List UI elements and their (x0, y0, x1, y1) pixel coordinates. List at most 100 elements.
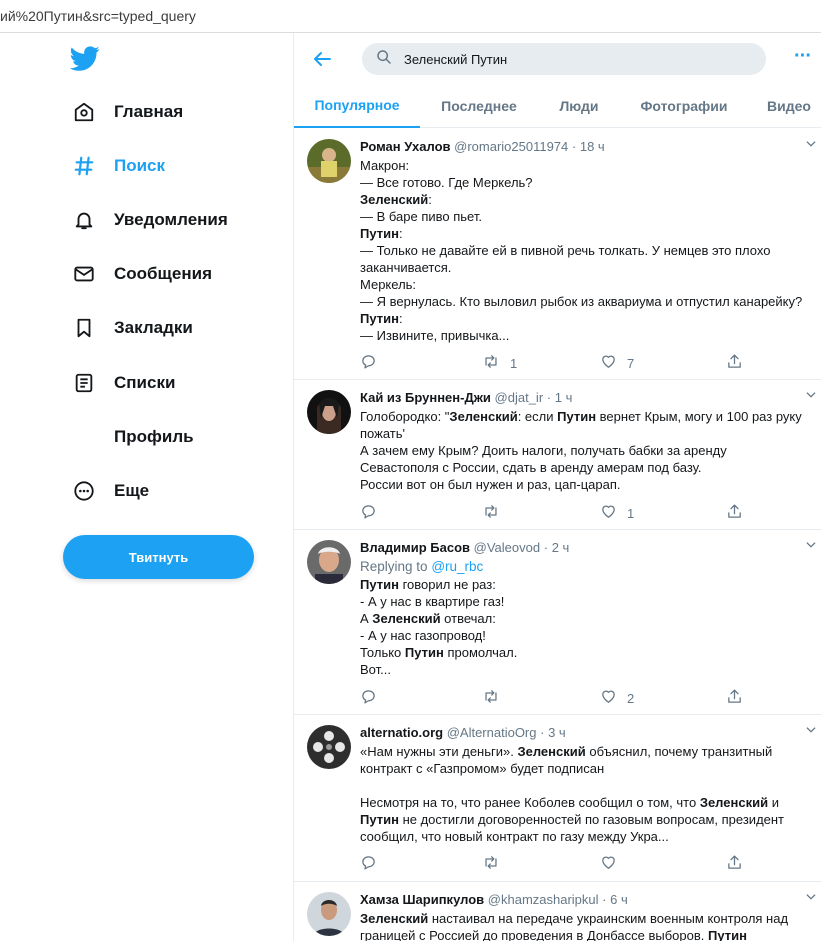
highlighted-keyword: Путин (360, 812, 399, 827)
text-segment: : (398, 226, 403, 241)
tweet-header: Владимир Басов @Valeovod · 2 ч (360, 540, 821, 558)
tweet-text-line: «Нам нужны эти деньги». Зеленский объясн… (360, 743, 821, 760)
reply-button[interactable] (360, 503, 377, 523)
highlighted-keyword: Зеленский (517, 744, 586, 759)
text-segment: и (768, 795, 779, 810)
author-handle[interactable]: @khamzasharipkul (488, 892, 599, 907)
avatar[interactable] (307, 139, 351, 183)
chevron-down-icon[interactable] (804, 890, 818, 904)
text-segment: Вот... (360, 662, 391, 677)
tweet-feed: Роман Ухалов @romario25011974 · 18 ч Мак… (294, 129, 821, 941)
more-options-icon[interactable]: ··· (794, 45, 812, 68)
heart-icon (600, 503, 617, 523)
sidebar-item-notifications[interactable]: Уведомления (72, 205, 228, 235)
like-button[interactable]: 1 (600, 503, 634, 523)
share-button[interactable] (726, 503, 743, 523)
avatar[interactable] (307, 390, 351, 434)
sidebar-item-label: Списки (114, 373, 176, 392)
avatar[interactable] (307, 892, 351, 936)
search-input[interactable] (404, 51, 734, 67)
tab-top[interactable]: Популярное (294, 83, 420, 128)
tweet-text-line: сообщил, что новый контракт по газу межд… (360, 828, 821, 845)
browser-url-bar[interactable]: ий%20Путин&src=typed_query (0, 0, 821, 33)
reply-button[interactable] (360, 688, 377, 708)
text-segment: сообщил, что новый контракт по газу межд… (360, 829, 669, 844)
back-arrow-icon[interactable] (310, 47, 334, 71)
author-handle[interactable]: @Valeovod (474, 540, 540, 555)
reply-icon (360, 688, 377, 708)
tweet-actions: 1 7 (360, 353, 760, 373)
tweet-time[interactable]: 18 ч (580, 139, 605, 154)
text-segment: — Я вернулась. Кто выловил рыбок из аква… (360, 294, 803, 309)
tab-people[interactable]: Люди (538, 83, 620, 128)
author-name[interactable]: Владимир Басов (360, 540, 470, 555)
author-name[interactable]: Хамза Шарипкулов (360, 892, 484, 907)
reply-button[interactable] (360, 854, 377, 874)
text-segment: : (428, 192, 432, 207)
author-handle[interactable]: @romario25011974 (454, 139, 568, 154)
share-button[interactable] (726, 688, 743, 708)
search-box[interactable] (362, 43, 766, 75)
avatar[interactable] (307, 540, 351, 584)
tweet-card[interactable]: Хамза Шарипкулов @khamzasharipkul · 6 ч … (294, 882, 821, 941)
tweet-time[interactable]: 1 ч (555, 390, 573, 405)
tweet-text-line: заканчивается. (360, 259, 821, 276)
author-name[interactable]: Роман Ухалов (360, 139, 451, 154)
highlighted-keyword: Зеленский (360, 192, 429, 207)
tweet-button[interactable]: Твитнуть (63, 535, 254, 579)
share-button[interactable] (726, 854, 743, 874)
author-handle[interactable]: @djat_ir (495, 390, 544, 405)
avatar[interactable] (307, 725, 351, 769)
chevron-down-icon[interactable] (804, 388, 818, 402)
highlighted-keyword: Путин (360, 311, 399, 326)
tweet-text: Путин говорил не раз: - А у нас в квартир… (360, 576, 821, 678)
tab-latest[interactable]: Последнее (420, 83, 538, 128)
tweet-text-line: А Зеленский отвечал: (360, 610, 821, 627)
sidebar-item-home[interactable]: Главная (72, 97, 183, 127)
sidebar-item-profile[interactable]: Профиль (72, 422, 194, 452)
tweet-card[interactable]: Владимир Басов @Valeovod · 2 ч Replying … (294, 530, 821, 715)
bookmark-icon (72, 316, 96, 340)
author-name[interactable]: alternatio.org (360, 725, 443, 740)
tweet-time[interactable]: 2 ч (552, 540, 570, 555)
tweet-text-line: Путин: (360, 225, 821, 242)
sidebar-item-messages[interactable]: Сообщения (72, 259, 212, 289)
tweet-time[interactable]: 3 ч (548, 725, 566, 740)
like-count: 2 (627, 690, 635, 706)
sidebar-item-lists[interactable]: Списки (72, 368, 175, 398)
like-count: 7 (627, 355, 635, 371)
retweet-button[interactable] (482, 854, 510, 874)
text-segment: — Все готово. Где Меркель? (360, 175, 533, 190)
tab-videos[interactable]: Видео (748, 83, 821, 128)
like-button[interactable]: 2 (600, 688, 634, 708)
tab-photos[interactable]: Фотографии (620, 83, 748, 128)
sidebar-item-explore[interactable]: Поиск (72, 151, 165, 181)
twitter-logo-icon[interactable] (69, 43, 100, 73)
chevron-down-icon[interactable] (804, 137, 818, 151)
retweet-button[interactable]: 1 (482, 353, 517, 373)
tweet-text-line: Путин не достигли договоренностей по газ… (360, 811, 821, 828)
like-button[interactable]: 7 (600, 353, 634, 373)
author-handle[interactable]: @AlternatioOrg (447, 725, 537, 740)
chevron-down-icon[interactable] (804, 723, 818, 737)
sidebar-item-bookmarks[interactable]: Закладки (72, 313, 193, 343)
tweet-time[interactable]: 6 ч (610, 892, 628, 907)
share-button[interactable] (726, 353, 743, 373)
tweet-card[interactable]: alternatio.org @AlternatioOrg · 3 ч «Нам… (294, 715, 821, 882)
highlighted-keyword: Путин (557, 409, 597, 424)
author-name[interactable]: Кай из Бруннен-Джи (360, 390, 491, 405)
reply-button[interactable] (360, 353, 377, 373)
replying-to-link[interactable]: @ru_rbc (431, 559, 483, 574)
share-icon (726, 688, 743, 708)
heart-icon (600, 688, 617, 708)
tweet-card[interactable]: Кай из Бруннен-Джи @djat_ir · 1 ч Голобо… (294, 380, 821, 530)
retweet-button[interactable] (482, 688, 510, 708)
tweet-card[interactable]: Роман Ухалов @romario25011974 · 18 ч Мак… (294, 129, 821, 380)
tweet-text-line: — В баре пиво пьет. (360, 208, 821, 225)
chevron-down-icon[interactable] (804, 538, 818, 552)
sidebar-item-more[interactable]: Еще (72, 476, 149, 506)
like-button[interactable] (600, 854, 627, 874)
highlighted-keyword: Путин (360, 577, 399, 592)
retweet-button[interactable] (482, 503, 510, 523)
text-segment: : если (517, 409, 558, 424)
